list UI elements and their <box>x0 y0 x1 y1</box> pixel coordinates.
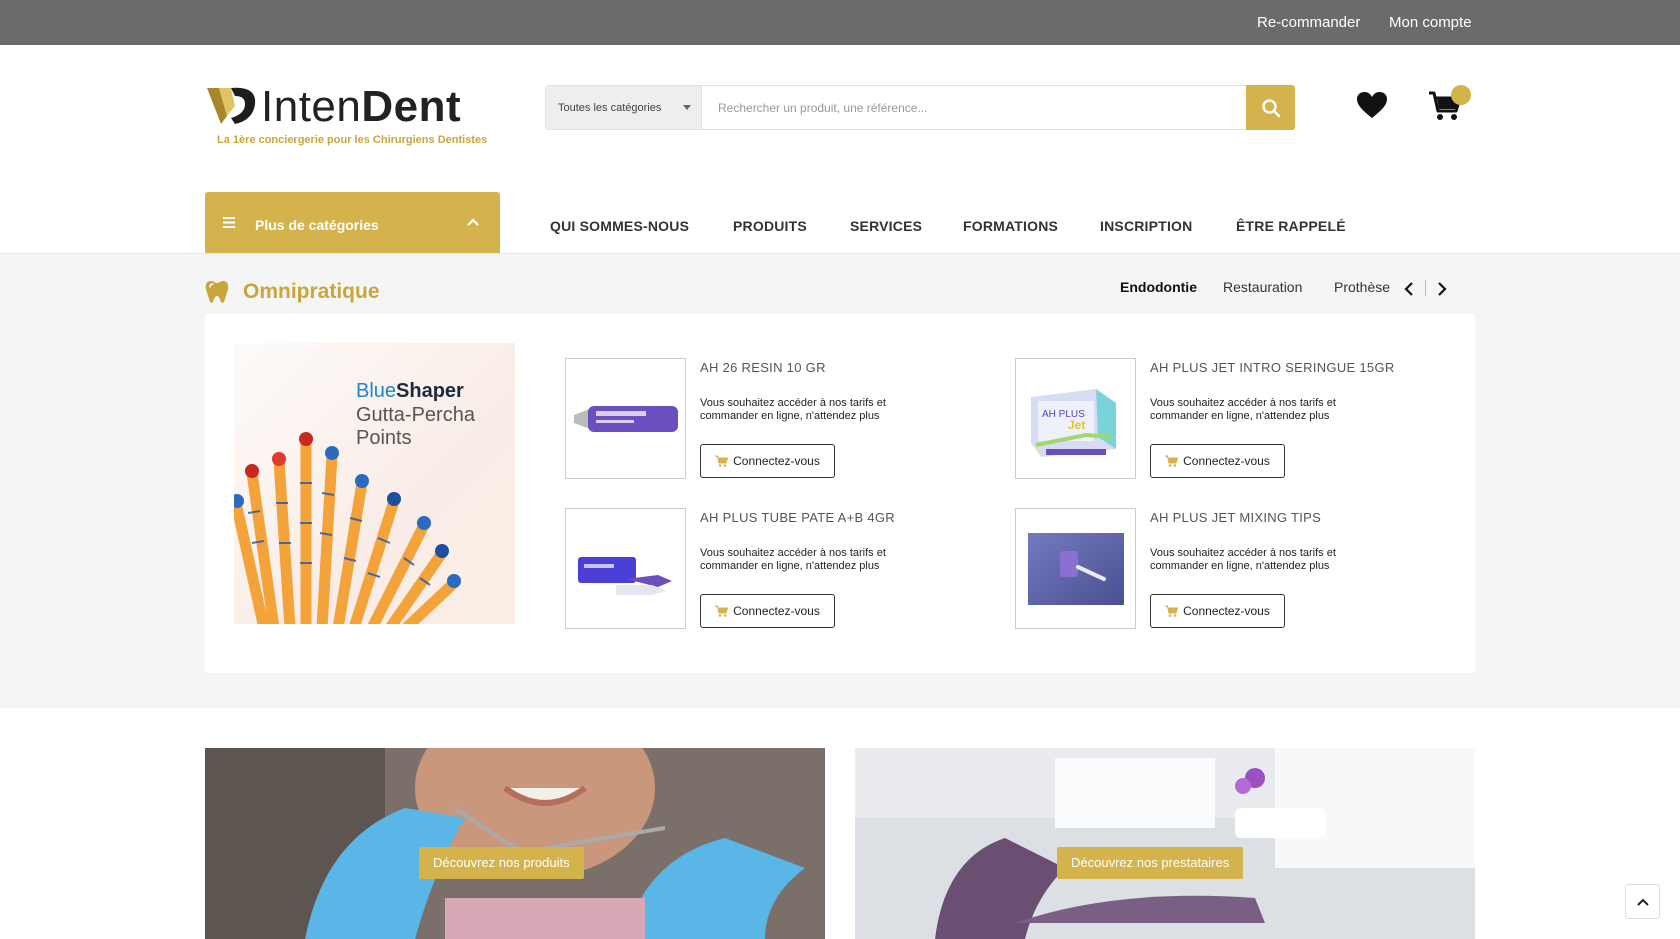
product-description: Vous souhaitez accéder à nos tarifs et c… <box>700 547 886 572</box>
product-image[interactable] <box>1015 508 1136 629</box>
promo-line-3: Points <box>356 427 412 449</box>
chevron-up-icon <box>467 218 479 226</box>
dental-office-photo <box>855 748 1475 939</box>
nav-inscription[interactable]: INSCRIPTION <box>1100 218 1192 234</box>
mixing-tips-image <box>1028 533 1124 605</box>
top-bar: Re-commander Mon compte <box>0 0 1680 45</box>
login-button[interactable]: Connectez-vous <box>700 444 835 478</box>
product-image[interactable] <box>565 358 686 479</box>
search-input[interactable] <box>718 97 1218 119</box>
heart-icon <box>1357 92 1387 118</box>
cart-icon <box>715 605 729 617</box>
product-description: Vous souhaitez accéder à nos tarifs et c… <box>1150 547 1336 572</box>
product-image[interactable]: AH PLUS Jet <box>1015 358 1136 479</box>
product-image[interactable] <box>565 508 686 629</box>
logo-tagline: La 1ère conciergerie pour les Chirurgien… <box>217 134 488 146</box>
dental-patient-photo <box>205 748 825 939</box>
product-description: Vous souhaitez accéder à nos tarifs et c… <box>700 397 886 422</box>
tooth-icon <box>205 281 229 303</box>
reorder-link[interactable]: Re-commander <box>1257 14 1360 31</box>
logo-mark-icon <box>207 87 256 124</box>
product-description: Vous souhaitez accéder à nos tarifs et c… <box>1150 397 1336 422</box>
cart-count-badge <box>1451 85 1471 105</box>
nav-services[interactable]: SERVICES <box>850 218 922 234</box>
nav-qui-sommes-nous[interactable]: QUI SOMMES-NOUS <box>550 218 689 234</box>
search-icon <box>1261 98 1280 117</box>
menu-icon <box>223 217 235 228</box>
tab-restauration[interactable]: Restauration <box>1223 279 1302 295</box>
syringe-box-image: AH PLUS Jet <box>1031 389 1116 457</box>
product-name[interactable]: AH PLUS TUBE PATE A+B 4GR <box>700 510 895 525</box>
tab-endodontie[interactable]: Endodontie <box>1120 279 1197 295</box>
section-title: Omnipratique <box>243 280 380 303</box>
login-button-label: Connectez-vous <box>733 454 820 468</box>
products-banner[interactable]: Découvrez nos produits <box>205 748 825 939</box>
providers-banner[interactable]: Découvrez nos prestataires <box>855 748 1475 939</box>
product-name[interactable]: AH PLUS JET MIXING TIPS <box>1150 510 1321 525</box>
nav-produits[interactable]: PRODUITS <box>733 218 807 234</box>
category-select-value: Toutes les catégories <box>558 102 662 114</box>
wishlist-button[interactable] <box>1356 91 1388 124</box>
search-button[interactable] <box>1246 85 1295 130</box>
promo-banner[interactable]: BlueShaper Gutta-Percha Points <box>234 343 515 624</box>
paste-tubes-image <box>578 557 672 595</box>
chevron-up-icon <box>1636 898 1649 906</box>
nav-etre-rappele[interactable]: ÊTRE RAPPELÉ <box>1236 218 1346 234</box>
discover-providers-button[interactable]: Découvrez nos prestataires <box>1057 847 1244 879</box>
tab-arrow-divider <box>1425 280 1426 296</box>
categories-menu-label: Plus de catégories <box>255 217 379 233</box>
category-select[interactable]: Toutes les catégories <box>546 86 702 129</box>
login-button-label: Connectez-vous <box>1183 604 1270 618</box>
cart-icon <box>715 455 729 467</box>
svg-text:Jet: Jet <box>1068 418 1085 432</box>
search-bar: Toutes les catégories <box>545 85 1295 130</box>
site-logo[interactable]: IntenDent La 1ère conciergerie pour les … <box>205 82 495 150</box>
login-button[interactable]: Connectez-vous <box>700 594 835 628</box>
login-button[interactable]: Connectez-vous <box>1150 444 1285 478</box>
tab-prothese[interactable]: Prothèse <box>1334 279 1390 295</box>
login-button-label: Connectez-vous <box>733 604 820 618</box>
cart-icon <box>1165 605 1179 617</box>
categories-menu-toggle[interactable]: Plus de catégories <box>205 192 500 253</box>
chevron-right-icon[interactable] <box>1437 282 1447 296</box>
promo-line-2: Gutta-Percha <box>356 404 475 426</box>
logo-wordmark: IntenDent <box>261 82 462 131</box>
discover-products-button[interactable]: Découvrez nos produits <box>419 847 584 879</box>
my-account-link[interactable]: Mon compte <box>1389 14 1472 31</box>
caret-down-icon <box>683 105 691 110</box>
login-button-label: Connectez-vous <box>1183 454 1270 468</box>
cart-icon <box>1165 455 1179 467</box>
promo-brand: BlueShaper <box>356 380 464 402</box>
back-to-top-button[interactable] <box>1625 884 1660 919</box>
nav-formations[interactable]: FORMATIONS <box>963 218 1058 234</box>
chevron-left-icon[interactable] <box>1404 282 1414 296</box>
resin-tube-image <box>574 406 678 432</box>
product-name[interactable]: AH 26 RESIN 10 GR <box>700 360 826 375</box>
login-button[interactable]: Connectez-vous <box>1150 594 1285 628</box>
product-name[interactable]: AH PLUS JET INTRO SERINGUE 15GR <box>1150 360 1395 375</box>
